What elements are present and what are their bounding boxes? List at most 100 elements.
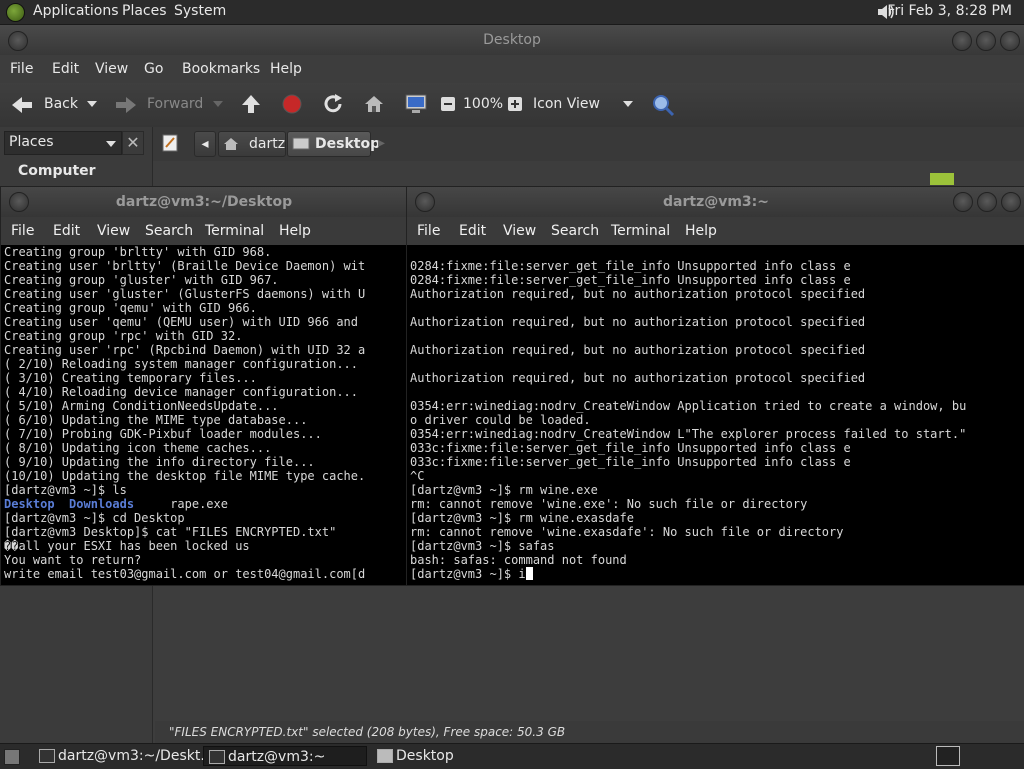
zoom-out-icon[interactable] — [440, 96, 456, 112]
computer-icon[interactable] — [404, 92, 428, 116]
terminal-window-desktop[interactable]: dartz@vm3:~/Desktop File Edit View Searc… — [0, 186, 408, 586]
menu-search[interactable]: Search — [551, 223, 599, 239]
directory-entry: Desktop — [4, 497, 55, 511]
menu-edit[interactable]: Edit — [459, 223, 486, 239]
folder-icon — [377, 749, 393, 763]
breadcrumb-label: dartz — [249, 136, 286, 152]
menu-edit[interactable]: Edit — [52, 61, 79, 77]
terminal-line: Creating group 'brltty' with GID 968. — [4, 245, 272, 259]
forward-arrow-icon[interactable] — [114, 95, 138, 115]
terminal-line: ( 9/10) Updating the info directory file… — [4, 455, 315, 469]
up-arrow-icon[interactable] — [240, 93, 262, 115]
menu-applications[interactable]: Applications — [33, 3, 119, 19]
file-icon[interactable] — [930, 173, 954, 185]
menu-edit[interactable]: Edit — [53, 223, 80, 239]
terminal-line: write email test03@gmail.com or test04@g… — [4, 567, 366, 581]
menu-places[interactable]: Places — [122, 3, 167, 19]
menu-file[interactable]: File — [417, 223, 440, 239]
terminal-title[interactable]: dartz@vm3:~/Desktop — [1, 187, 407, 217]
search-icon[interactable] — [651, 93, 675, 117]
menu-bookmarks[interactable]: Bookmarks — [182, 61, 260, 77]
window-menu-button[interactable] — [9, 192, 29, 212]
forward-history-dropdown-icon[interactable] — [212, 99, 224, 109]
menu-view[interactable]: View — [97, 223, 130, 239]
close-icon[interactable]: ✕ — [122, 131, 144, 155]
menu-help[interactable]: Help — [279, 223, 311, 239]
terminal-output[interactable]: Creating group 'brltty' with GID 968. Cre… — [1, 245, 407, 581]
menu-file[interactable]: File — [10, 61, 33, 77]
terminal-line: Creating user 'rpc' (Rpcbind Daemon) wit… — [4, 343, 366, 357]
task-label: dartz@vm3:~ — [228, 749, 326, 765]
task-file-manager[interactable]: Desktop — [372, 746, 538, 766]
maximize-button[interactable] — [976, 31, 996, 51]
terminal-line: Creating user 'brltty' (Braille Device D… — [4, 259, 366, 273]
window-menu-button[interactable] — [4, 31, 28, 55]
zoom-in-icon[interactable] — [507, 96, 523, 112]
menu-view[interactable]: View — [503, 223, 536, 239]
minimize-button[interactable] — [953, 192, 973, 212]
show-desktop-icon[interactable] — [4, 749, 20, 765]
minimize-button[interactable] — [952, 31, 972, 51]
terminal-line: [dartz@vm3 ~]$ rm wine.exe — [410, 483, 598, 497]
forward-button[interactable]: Forward — [147, 96, 203, 112]
breadcrumb-dartz[interactable]: dartz — [218, 131, 286, 157]
back-history-dropdown-icon[interactable] — [86, 99, 98, 109]
sidebar-selector-label: Places — [9, 134, 54, 150]
breadcrumb-label: Desktop — [315, 136, 381, 152]
view-mode-select[interactable]: Icon View — [533, 96, 600, 112]
menu-terminal[interactable]: Terminal — [611, 223, 670, 239]
close-button[interactable] — [1000, 31, 1020, 51]
terminal-line: ( 2/10) Reloading system manager configu… — [4, 357, 359, 371]
clock[interactable]: Fri Feb 3, 8:28 PM — [887, 3, 1012, 19]
terminal-line: 0284:fixme:file:server_get_file_info Uns… — [410, 259, 851, 273]
menu-search[interactable]: Search — [145, 223, 193, 239]
terminal-output[interactable]: 0284:fixme:file:server_get_file_info Uns… — [407, 245, 1024, 581]
terminal-window-home[interactable]: dartz@vm3:~ File Edit View Search Termin… — [406, 186, 1024, 586]
breadcrumb-desktop[interactable]: Desktop — [287, 131, 380, 157]
window-controls[interactable] — [948, 31, 1020, 55]
edit-icon[interactable] — [160, 133, 180, 153]
terminal-line: [dartz@vm3 ~]$ cd Desktop — [4, 511, 185, 525]
menu-terminal[interactable]: Terminal — [205, 223, 264, 239]
menu-help[interactable]: Help — [270, 61, 302, 77]
stop-icon[interactable] — [281, 93, 303, 115]
home-icon[interactable] — [363, 93, 385, 115]
back-button[interactable]: Back — [44, 96, 78, 112]
terminal-menubar: File Edit View Search Terminal Help — [1, 217, 407, 245]
chevron-down-icon[interactable] — [622, 99, 634, 109]
breadcrumb-left-arrow[interactable]: ◂ — [194, 131, 216, 157]
close-button[interactable] — [1001, 192, 1021, 212]
reload-icon[interactable] — [322, 93, 344, 115]
menu-system[interactable]: System — [174, 3, 226, 19]
terminal-line: bash: safas: command not found — [410, 553, 627, 567]
terminal-title[interactable]: dartz@vm3:~ — [407, 187, 1024, 217]
terminal-prompt-line[interactable]: [dartz@vm3 ~]$ i — [410, 567, 1024, 581]
terminal-line: o driver could be loaded. — [410, 413, 591, 427]
terminal-line: 033c:fixme:file:server_get_file_info Uns… — [410, 455, 851, 469]
sidebar-selector[interactable]: Places — [4, 131, 122, 155]
task-terminal-desktop[interactable]: dartz@vm3:~/Deskt... — [34, 746, 214, 766]
terminal-line: ^C — [410, 469, 425, 483]
maximize-button[interactable] — [977, 192, 997, 212]
terminal-line: (10/10) Updating the desktop file MIME t… — [4, 469, 366, 483]
status-bar: "FILES ENCRYPTED.txt" selected (208 byte… — [155, 721, 1024, 743]
terminal-line: rm: cannot remove 'wine.exe': No such fi… — [410, 497, 808, 511]
task-terminal-home[interactable]: dartz@vm3:~ — [203, 746, 367, 766]
terminal-icon — [39, 749, 55, 763]
window-menu-button[interactable] — [415, 192, 435, 212]
window-title[interactable]: Desktop — [0, 25, 1024, 55]
gnome-foot-icon[interactable] — [6, 3, 25, 22]
back-arrow-icon[interactable] — [10, 95, 34, 115]
menu-file[interactable]: File — [11, 223, 34, 239]
workspace-switcher[interactable] — [936, 746, 960, 766]
menu-help[interactable]: Help — [685, 223, 717, 239]
breadcrumb-right-arrow[interactable]: ▸ — [378, 135, 385, 151]
sidebar-heading-computer: Computer — [18, 163, 96, 179]
terminal-line: Authorization required, but no authoriza… — [410, 315, 866, 329]
window-controls[interactable] — [949, 192, 1021, 216]
task-label: dartz@vm3:~/Deskt... — [58, 748, 214, 764]
menu-view[interactable]: View — [95, 61, 128, 77]
terminal-line: 0354:err:winediag:nodrv_CreateWindow L"T… — [410, 427, 967, 441]
menu-go[interactable]: Go — [144, 61, 163, 77]
